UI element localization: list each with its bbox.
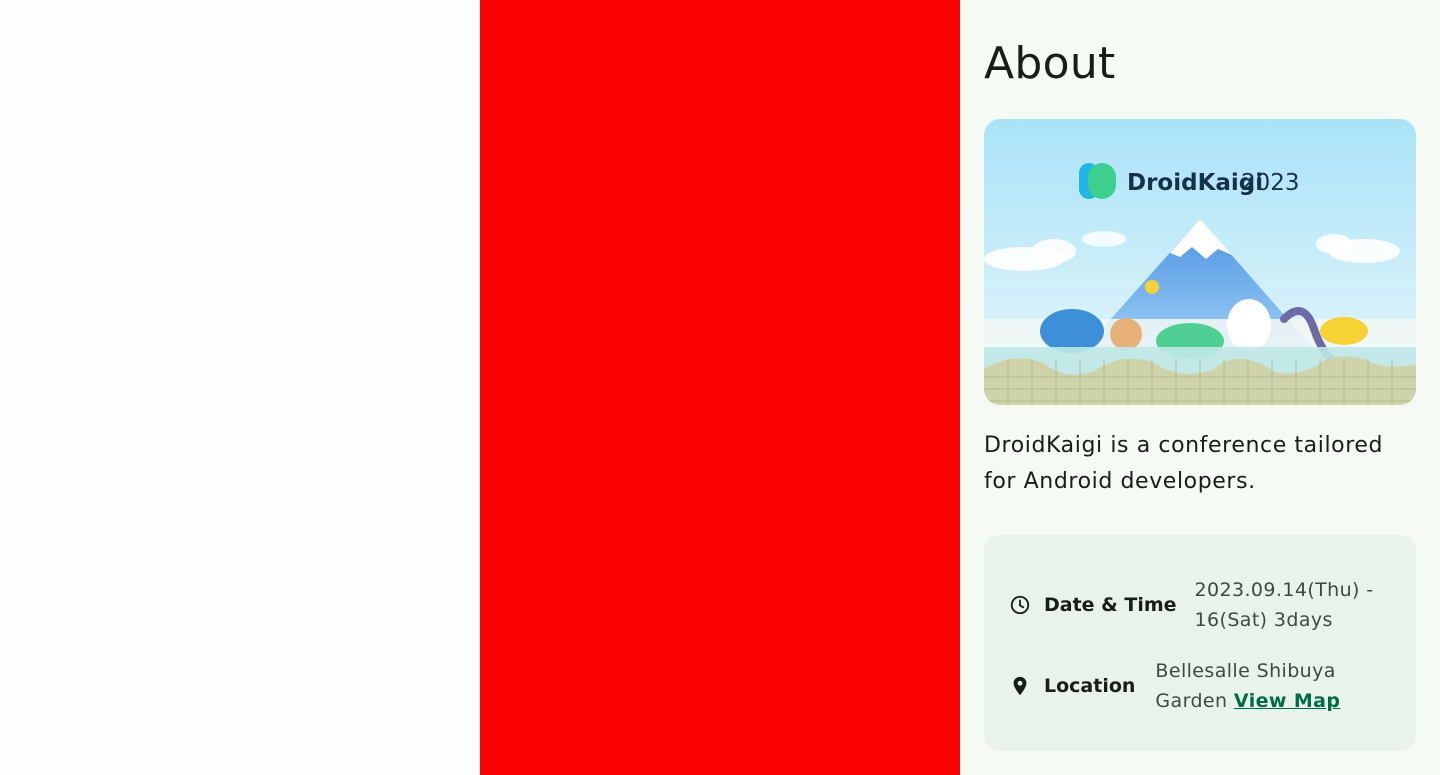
date-time-value-line2: 16(Sat) 3days bbox=[1194, 609, 1333, 631]
location-label: Location bbox=[1044, 675, 1136, 697]
banner-logo-year: 2023 bbox=[1241, 170, 1300, 196]
event-info-card: Date & Time 2023.09.14(Thu) - 16(Sat) 3d… bbox=[984, 535, 1416, 751]
view-map-link[interactable]: View Map bbox=[1234, 690, 1340, 712]
droidkaigi-banner-image: DroidKaigi 2023 bbox=[984, 119, 1416, 405]
date-time-value: 2023.09.14(Thu) - 16(Sat) 3days bbox=[1195, 575, 1374, 635]
location-value-line1: Bellesalle Shibuya bbox=[1155, 660, 1336, 682]
date-time-row: Date & Time 2023.09.14(Thu) - 16(Sat) 3d… bbox=[1008, 575, 1374, 635]
date-time-label: Date & Time bbox=[1044, 594, 1177, 616]
page-title: About bbox=[984, 38, 1116, 89]
about-description: DroidKaigi is a conference tailored for … bbox=[984, 433, 1384, 494]
date-time-value-line1: 2023.09.14(Thu) - bbox=[1194, 579, 1374, 601]
app-root: About DroidKaigi 2023 DroidKaigi is a co… bbox=[0, 0, 1440, 775]
clock-icon bbox=[1008, 593, 1032, 617]
location-value-line2-text: Garden bbox=[1155, 690, 1228, 712]
location-value: Bellesalle Shibuya Garden View Map bbox=[1155, 656, 1340, 716]
location-row: Location Bellesalle Shibuya Garden View … bbox=[1008, 656, 1340, 716]
about-panel: About DroidKaigi 2023 DroidKaigi is a co… bbox=[960, 0, 1440, 775]
droidkaigi-logo-icon bbox=[1079, 163, 1116, 199]
map-pin-icon bbox=[1008, 674, 1032, 698]
location-value-line2: Garden View Map bbox=[1155, 686, 1340, 716]
left-pane bbox=[0, 0, 480, 775]
middle-pane bbox=[480, 0, 960, 775]
